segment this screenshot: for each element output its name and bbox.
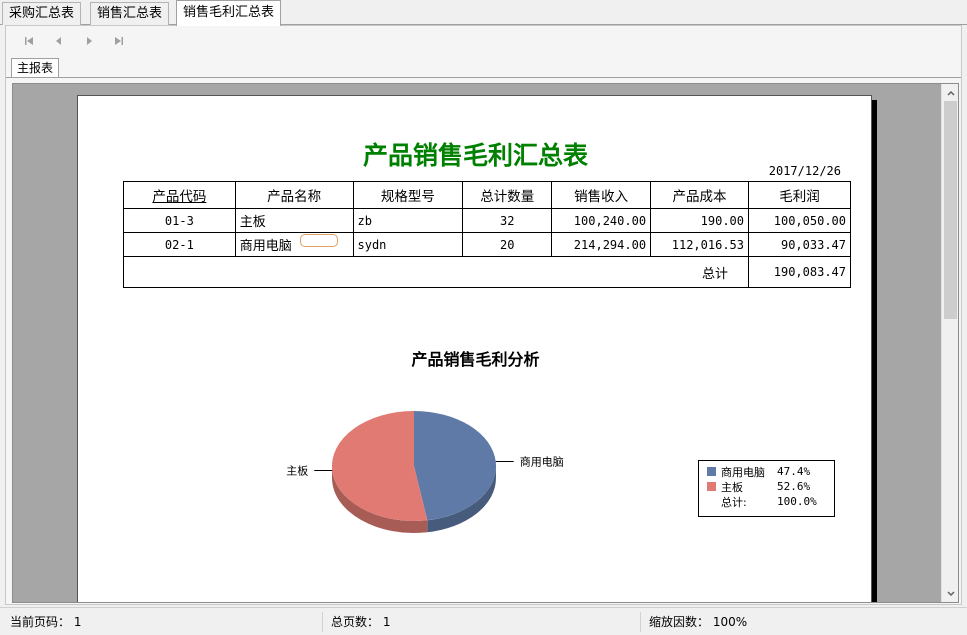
column-header: 销售收入 [551,181,652,209]
cell-spec: sydn [352,232,464,257]
tab-main-report[interactable]: 主报表 [11,58,60,78]
cell-gross-profit: 100,050.00 [748,208,851,233]
subtab-label: 主报表 [17,61,54,75]
tab-purchase-summary[interactable]: 采购汇总表 [2,2,82,25]
cell-product-name: 商用电脑 [234,232,354,257]
cell-product-code: 01-3 [123,208,236,233]
column-header: 产品成本 [650,181,749,209]
legend-swatch [707,482,716,491]
legend-item: 商用电脑 47.4% [707,464,834,479]
cell-spec: zb [352,208,464,233]
chevron-up-icon [946,90,955,96]
cell-product-cost: 190.00 [650,208,749,233]
page-navigation-toolbar [14,29,134,53]
previous-page-button[interactable] [44,29,74,53]
legend-swatch [707,467,716,476]
cell-product-cost: 112,016.53 [650,232,749,257]
report-viewer-panel: 主报表 产品销售毛利汇总表 2017/12/26 产品代码 产品名称 规格型号 … [5,25,962,605]
scroll-down-button[interactable] [942,585,958,602]
cell-quantity: 32 [462,208,553,233]
total-label: 总计 [123,256,749,288]
pie-label: 商用电脑 [520,455,564,469]
previous-page-icon [56,37,61,45]
chevron-down-icon [946,590,955,596]
table-row: 01-3 主板 zb 32 100,240.00 190.00 100,050.… [123,208,851,233]
legend-label: 主板 [721,480,743,494]
column-header: 总计数量 [462,181,553,209]
subtab-divider [6,77,961,78]
column-header: 毛利润 [748,181,851,209]
tab-label: 销售汇总表 [97,6,163,21]
report-preview-area[interactable]: 产品销售毛利汇总表 2017/12/26 产品代码 产品名称 规格型号 总计数量… [12,83,959,603]
cell-product-name: 主板 [234,208,354,233]
legend-percent: 52.6% [777,480,811,493]
cell-quantity: 20 [462,232,553,257]
status-current-page: 当前页码： 1 [10,615,82,629]
first-page-button[interactable] [14,29,44,53]
legend-item: 主板 52.6% [707,479,834,494]
pie-label: 主板 [286,463,308,477]
table-row: 02-1 商用电脑 sydn 20 214,294.00 112,016.53 … [123,232,851,257]
report-date: 2017/12/26 [768,164,841,178]
next-page-icon [87,37,92,45]
legend-label: 商用电脑 [721,465,765,479]
cell-gross-profit: 90,033.47 [748,232,851,257]
column-header: 产品代码 [123,181,236,209]
vertical-scrollbar[interactable] [941,84,958,602]
tab-sales-summary[interactable]: 销售汇总表 [90,2,170,25]
table-total-row: 总计 190,083.47 [123,256,851,288]
column-header: 规格型号 [352,181,464,209]
total-gross-profit: 190,083.47 [748,256,851,288]
gross-profit-table: 产品代码 产品名称 规格型号 总计数量 销售收入 产品成本 毛利润 01-3 主… [123,181,851,288]
scroll-up-button[interactable] [942,84,958,101]
tab-label: 采购汇总表 [9,6,75,21]
status-total-pages: 总页数： 1 [322,612,390,632]
last-page-icon [115,37,123,45]
table-header-row: 产品代码 产品名称 规格型号 总计数量 销售收入 产品成本 毛利润 [123,181,851,209]
first-page-icon [25,37,33,45]
cell-sales-revenue: 100,240.00 [551,208,652,233]
tab-sales-gross-profit-summary[interactable]: 销售毛利汇总表 [176,0,282,26]
legend-total-percent: 100.0% [777,495,817,508]
legend-total-label: 总计: [721,495,747,509]
legend-percent: 47.4% [777,465,811,478]
status-zoom: 缩放因数： 100% [640,612,747,632]
next-page-button[interactable] [74,29,104,53]
report-title: 产品销售毛利汇总表 [362,141,588,170]
chart-title: 产品销售毛利分析 [411,350,540,369]
chart-legend: 商用电脑 47.4% 主板 52.6% 总计: 100.0% [698,460,835,517]
column-header: 产品名称 [234,181,354,209]
last-page-button[interactable] [104,29,134,53]
status-bar: 当前页码： 1 总页数： 1 缩放因数： 100% [0,607,967,635]
cell-product-code: 02-1 [123,232,236,257]
tab-label: 销售毛利汇总表 [183,5,275,20]
legend-total: 总计: 100.0% [707,494,834,509]
report-page: 产品销售毛利汇总表 2017/12/26 产品代码 产品名称 规格型号 总计数量… [77,95,872,602]
report-tab-strip: 采购汇总表 销售汇总表 销售毛利汇总表 [0,0,967,26]
cell-edit-outline [299,234,338,247]
cell-sales-revenue: 214,294.00 [551,232,652,257]
scrollbar-thumb[interactable] [944,101,957,319]
